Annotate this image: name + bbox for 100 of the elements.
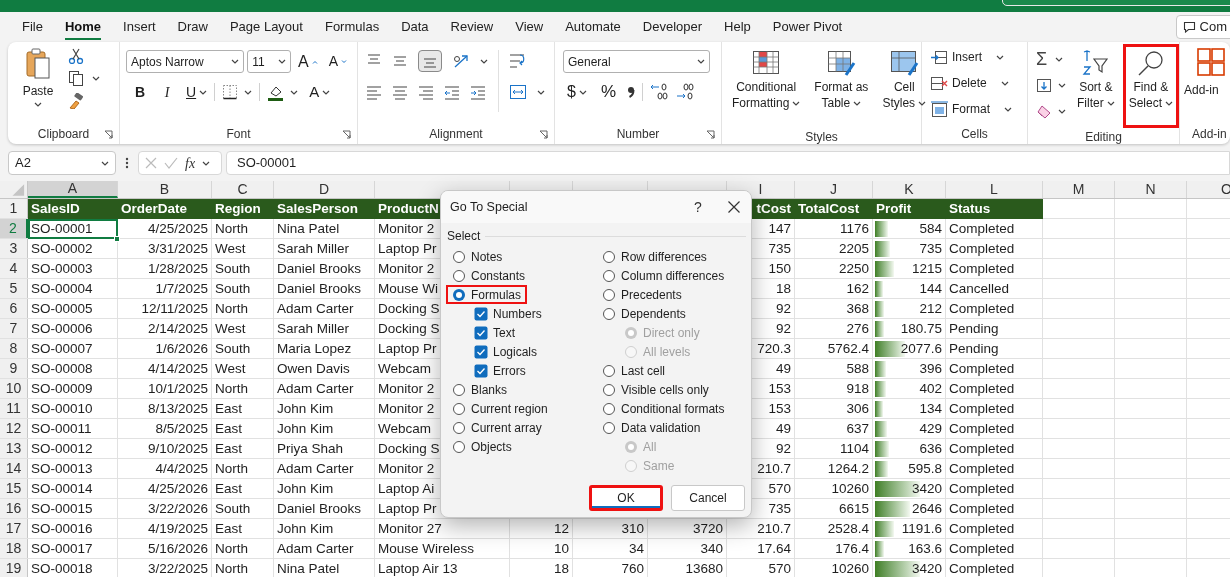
column-header[interactable]: A: [28, 181, 118, 198]
caret-icon[interactable]: [92, 76, 100, 81]
styles-button[interactable]: Conditional Formatting: [726, 44, 807, 128]
styles-button[interactable]: Cell Styles: [876, 44, 933, 128]
ribbon-tab[interactable]: Draw: [166, 13, 219, 41]
caret-icon[interactable]: [537, 89, 545, 95]
radio-option[interactable]: Notes: [446, 247, 509, 266]
dialog-launcher-icon[interactable]: [342, 130, 351, 139]
ribbon-tab[interactable]: Formulas: [313, 13, 391, 41]
grow-font-button[interactable]: A: [294, 50, 322, 73]
caret-icon[interactable]: [290, 89, 299, 95]
increase-indent-icon[interactable]: [470, 84, 486, 100]
radio-option[interactable]: Dependents: [596, 304, 692, 323]
ribbon-tab[interactable]: Power Pivot: [761, 13, 854, 41]
align-left-icon[interactable]: [366, 84, 382, 100]
row-header[interactable]: 6: [0, 299, 28, 318]
radio-option[interactable]: Conditional formats: [596, 399, 731, 418]
row-header[interactable]: 19: [0, 559, 28, 577]
more-options-icon[interactable]: [123, 156, 131, 170]
currency-button[interactable]: $: [563, 81, 591, 103]
fill-down-icon[interactable]: [1036, 77, 1052, 93]
row-header[interactable]: 12: [0, 419, 28, 438]
align-middle-icon[interactable]: [392, 53, 408, 69]
column-header[interactable]: K: [873, 181, 946, 198]
cells-button[interactable]: Delete: [930, 72, 1019, 94]
format-painter-icon[interactable]: [68, 93, 84, 109]
radio-option[interactable]: Formulas: [446, 285, 527, 304]
radio-option[interactable]: Blanks: [446, 380, 514, 399]
ribbon-tab[interactable]: Page Layout: [218, 13, 314, 41]
radio-option[interactable]: Objects: [446, 437, 518, 456]
percent-button[interactable]: %: [596, 81, 621, 103]
increase-decimal-icon[interactable]: [649, 83, 670, 101]
row-header[interactable]: 18: [0, 539, 28, 558]
eraser-icon[interactable]: [1036, 103, 1052, 119]
caret-icon[interactable]: [244, 89, 253, 95]
name-box[interactable]: A2: [8, 151, 116, 175]
row-header[interactable]: 1: [0, 199, 28, 218]
close-icon[interactable]: [727, 200, 741, 214]
row-header[interactable]: 11: [0, 399, 28, 418]
ribbon-tab[interactable]: Home: [53, 13, 113, 41]
column-header[interactable]: C: [212, 181, 274, 198]
radio-option[interactable]: Data validation: [596, 418, 707, 437]
decrease-decimal-icon[interactable]: [675, 83, 696, 101]
copy-icon[interactable]: [68, 70, 84, 87]
ribbon-tab[interactable]: View: [504, 13, 555, 41]
ribbon-tab[interactable]: File: [11, 13, 54, 41]
orientation-icon[interactable]: [452, 53, 470, 69]
merge-center-icon[interactable]: [509, 84, 527, 100]
ribbon-tab[interactable]: Developer: [631, 13, 714, 41]
column-header[interactable]: L: [946, 181, 1043, 198]
fill-handle[interactable]: [114, 236, 120, 242]
column-header[interactable]: D: [274, 181, 375, 198]
radio-option[interactable]: Visible cells only: [596, 380, 715, 399]
dialog-launcher-icon[interactable]: [104, 130, 113, 139]
radio-option[interactable]: Current region: [446, 399, 554, 418]
comma-style-icon[interactable]: [626, 84, 637, 100]
radio-option[interactable]: Last cell: [596, 361, 672, 380]
dialog-launcher-icon[interactable]: [706, 130, 715, 139]
caret-icon[interactable]: [1058, 82, 1066, 88]
number-format-dropdown[interactable]: General: [563, 50, 710, 73]
align-right-icon[interactable]: [418, 84, 434, 100]
radio-option[interactable]: Column differences: [596, 266, 731, 285]
find-select-button[interactable]: Find & Select: [1122, 44, 1179, 128]
insert-function-button[interactable]: fx: [185, 152, 196, 174]
add-ins-button[interactable]: Add-in: [1184, 47, 1226, 124]
autosum-button[interactable]: Σ: [1036, 48, 1069, 70]
column-header[interactable]: N: [1115, 181, 1187, 198]
dialog-button[interactable]: Cancel: [671, 485, 745, 511]
align-center-icon[interactable]: [392, 84, 408, 100]
row-header[interactable]: 14: [0, 459, 28, 478]
radio-option[interactable]: Row differences: [596, 247, 713, 266]
decrease-indent-icon[interactable]: [444, 84, 460, 100]
align-bottom-button[interactable]: [418, 50, 442, 72]
styles-button[interactable]: Format as Table: [808, 44, 875, 128]
caret-icon[interactable]: [202, 160, 211, 166]
column-header[interactable]: J: [795, 181, 873, 198]
row-header[interactable]: 10: [0, 379, 28, 398]
dialog-button[interactable]: OK: [589, 485, 663, 511]
cells-button[interactable]: Format: [930, 98, 1019, 120]
row-header[interactable]: 16: [0, 499, 28, 518]
cells-button[interactable]: Insert: [930, 46, 1019, 68]
help-button[interactable]: ?: [683, 196, 713, 218]
row-header[interactable]: 17: [0, 519, 28, 538]
radio-option[interactable]: Precedents: [596, 285, 688, 304]
comments-button[interactable]: Com: [1175, 15, 1230, 39]
checkbox-option[interactable]: Text: [466, 323, 596, 342]
caret-icon[interactable]: [480, 58, 488, 64]
column-header[interactable]: B: [118, 181, 212, 198]
font-name-dropdown[interactable]: Aptos Narrow: [126, 50, 245, 73]
ribbon-tab[interactable]: Help: [713, 13, 762, 41]
checkbox-option[interactable]: Numbers: [466, 304, 596, 323]
row-header[interactable]: 4: [0, 259, 28, 278]
paste-button[interactable]: Paste: [18, 46, 58, 124]
font-size-dropdown[interactable]: 11: [247, 50, 291, 73]
ribbon-tab[interactable]: Automate: [554, 13, 632, 41]
radio-option[interactable]: Current array: [446, 418, 548, 437]
row-header[interactable]: 7: [0, 319, 28, 338]
ribbon-tab[interactable]: Data: [390, 13, 440, 41]
ribbon-tab[interactable]: Insert: [112, 13, 167, 41]
dialog-launcher-icon[interactable]: [539, 130, 548, 139]
